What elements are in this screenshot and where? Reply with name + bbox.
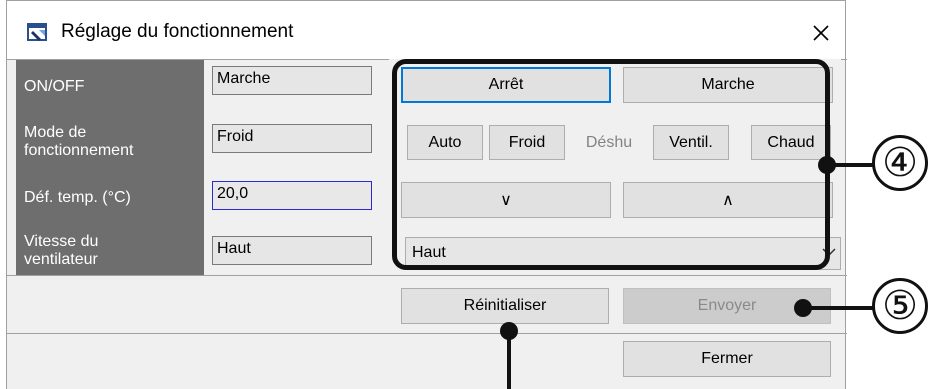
close-icon — [813, 25, 829, 41]
onoff-value: Marche — [212, 66, 372, 95]
fan-speed-label-line1: Vitesse du — [24, 232, 99, 250]
reset-button[interactable]: Réinitialiser — [401, 288, 609, 324]
fan-speed-label-line2: ventilateur — [24, 250, 98, 268]
mode-label-line2: fonctionnement — [24, 142, 134, 159]
mode-label-line1: Mode de — [24, 124, 87, 141]
fan-speed-value-cell: Haut — [204, 226, 389, 275]
close-window-button[interactable] — [801, 16, 841, 50]
callout-4-marker: ④ — [872, 135, 928, 191]
mode-value: Froid — [212, 124, 372, 153]
title-bar: Réglage du fonctionnement — [7, 1, 845, 59]
mode-label: Mode de fonctionnement — [16, 114, 204, 170]
fan-speed-value: Haut — [212, 236, 372, 265]
temp-value-cell: 20,0 — [204, 170, 389, 226]
temp-value: 20,0 — [212, 181, 372, 210]
callout-5-marker: ⑤ — [872, 278, 928, 334]
callout-5-line — [802, 306, 874, 310]
onoff-label: ON/OFF — [16, 60, 204, 114]
onoff-value-cell: Marche — [204, 60, 389, 114]
actions-separator — [7, 333, 847, 334]
close-dialog-button[interactable]: Fermer — [623, 341, 831, 377]
controls-separator — [7, 275, 847, 276]
fan-speed-label: Vitesse du ventilateur — [16, 226, 204, 275]
callout-4-line — [826, 163, 874, 167]
reset-callout-line — [507, 330, 511, 389]
window-title: Réglage du fonctionnement — [61, 21, 294, 42]
controls-callout-frame — [392, 59, 830, 270]
settings-app-icon — [27, 23, 47, 41]
mode-value-cell: Froid — [204, 114, 389, 170]
temp-label: Déf. temp. (°C) — [16, 170, 204, 226]
